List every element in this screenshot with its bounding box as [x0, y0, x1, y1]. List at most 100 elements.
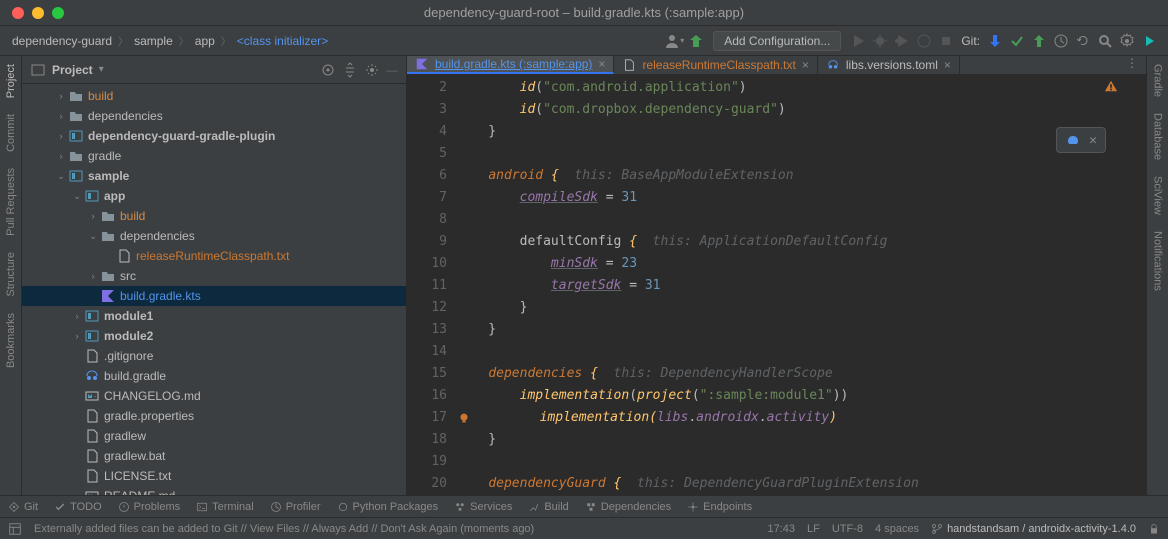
stop-icon[interactable]	[935, 30, 957, 52]
breadcrumb-initializer[interactable]: <class initializer>	[233, 32, 332, 50]
breadcrumb[interactable]: dependency-guard〉 sample〉 app〉 <class in…	[8, 32, 332, 50]
breadcrumb-p2[interactable]: app	[191, 32, 219, 50]
editor-tab-libs-versions-toml[interactable]: libs.versions.toml×	[818, 56, 960, 74]
tree-item-dependency-guard-gradle-plugin[interactable]: ›dependency-guard-gradle-plugin	[22, 126, 406, 146]
search-icon[interactable]	[1094, 30, 1116, 52]
left-tab-bookmarks[interactable]: Bookmarks	[3, 305, 19, 376]
tree-item-license-txt[interactable]: LICENSE.txt	[22, 466, 406, 486]
intention-bulb-icon[interactable]	[457, 411, 471, 425]
user-icon[interactable]: ▾	[663, 30, 685, 52]
titlebar: dependency-guard-root – build.gradle.kts…	[0, 0, 1168, 26]
run-icon[interactable]	[847, 30, 869, 52]
tree-item-releaseruntimeclasspath-txt[interactable]: releaseRuntimeClasspath.txt	[22, 246, 406, 266]
file-encoding[interactable]: UTF-8	[832, 523, 863, 535]
bottom-tab-build[interactable]: Build	[520, 501, 576, 513]
right-tab-notifications[interactable]: Notifications	[1150, 223, 1166, 299]
rollback-icon[interactable]	[1072, 30, 1094, 52]
tree-item-app[interactable]: ⌄app	[22, 186, 406, 206]
close-icon[interactable]: ✕	[1089, 133, 1097, 148]
project-view-dropdown-icon[interactable]: ▾	[99, 64, 104, 75]
close-tab-icon[interactable]: ×	[944, 58, 951, 72]
right-tab-gradle[interactable]: Gradle	[1150, 56, 1166, 105]
editor-area: build.gradle.kts (:sample:app)×releaseRu…	[407, 56, 1146, 495]
tree-item-module2[interactable]: ›module2	[22, 326, 406, 346]
vcs-push-icon[interactable]	[1028, 30, 1050, 52]
code-content[interactable]: ✕ id("com.android.application") id("com.…	[457, 75, 1146, 495]
left-tab-commit[interactable]: Commit	[3, 106, 19, 160]
tree-item-gradle-properties[interactable]: gradle.properties	[22, 406, 406, 426]
tree-item-gradlew-bat[interactable]: gradlew.bat	[22, 446, 406, 466]
tree-item-build[interactable]: ›build	[22, 86, 406, 106]
breadcrumb-root[interactable]: dependency-guard	[8, 32, 116, 50]
cursor-position[interactable]: 17:43	[767, 523, 795, 535]
left-tab-project[interactable]: Project	[3, 56, 19, 106]
project-tree[interactable]: ›build›dependencies›dependency-guard-gra…	[22, 84, 406, 495]
gradle-sync-toolbar[interactable]: ✕	[1056, 127, 1106, 153]
run-config-selector[interactable]: Add Configuration...	[713, 31, 841, 51]
vcs-commit-icon[interactable]	[1006, 30, 1028, 52]
lock-icon[interactable]	[1148, 523, 1160, 535]
tree-item-gradlew[interactable]: gradlew	[22, 426, 406, 446]
right-tab-sciview[interactable]: SciView	[1150, 168, 1166, 223]
ide-run-icon[interactable]	[1138, 30, 1160, 52]
left-tab-pull-requests[interactable]: Pull Requests	[3, 160, 19, 244]
project-view-icon	[30, 62, 46, 78]
line-separator[interactable]: LF	[807, 523, 820, 535]
tree-item-src[interactable]: ›src	[22, 266, 406, 286]
right-tab-database[interactable]: Database	[1150, 105, 1166, 168]
tree-item-sample[interactable]: ⌄sample	[22, 166, 406, 186]
breadcrumb-p1[interactable]: sample	[130, 32, 177, 50]
settings-icon[interactable]	[1116, 30, 1138, 52]
debug-icon[interactable]	[869, 30, 891, 52]
bottom-tab-problems[interactable]: Problems	[110, 501, 188, 513]
bottom-tab-dependencies[interactable]: Dependencies	[577, 501, 679, 513]
select-opened-file-icon[interactable]	[320, 62, 336, 78]
bottom-tab-services[interactable]: Services	[446, 501, 520, 513]
bottom-tab-profiler[interactable]: Profiler	[262, 501, 329, 513]
expand-all-icon[interactable]	[342, 62, 358, 78]
tree-item-build-gradle[interactable]: build.gradle	[22, 366, 406, 386]
tree-item-build[interactable]: ›build	[22, 206, 406, 226]
left-tool-gutter: ProjectCommitPull RequestsStructureBookm…	[0, 56, 22, 495]
right-tool-gutter: GradleDatabaseSciViewNotifications	[1146, 56, 1168, 495]
tree-item-gradle[interactable]: ›gradle	[22, 146, 406, 166]
git-branch-widget[interactable]: handstandsam / androidx-activity-1.4.0	[931, 523, 1136, 535]
tree-item-changelog-md[interactable]: CHANGELOG.md	[22, 386, 406, 406]
indent-setting[interactable]: 4 spaces	[875, 523, 919, 535]
editor-tabs: build.gradle.kts (:sample:app)×releaseRu…	[407, 56, 1146, 75]
bottom-tab-todo[interactable]: TODO	[46, 501, 110, 513]
bottom-tab-endpoints[interactable]: Endpoints	[679, 501, 760, 513]
editor-tab-build-gradle-kts-sample-app-[interactable]: build.gradle.kts (:sample:app)×	[407, 56, 614, 74]
status-message[interactable]: Externally added files can be added to G…	[34, 523, 534, 535]
line-number-gutter[interactable]: 234567891011121314151617181920	[407, 75, 457, 495]
code-editor[interactable]: 234567891011121314151617181920 ✕ id("com…	[407, 75, 1146, 495]
window-title: dependency-guard-root – build.gradle.kts…	[0, 5, 1168, 20]
gear-icon[interactable]	[364, 62, 380, 78]
warning-indicator-icon[interactable]	[1104, 79, 1118, 97]
project-title[interactable]: Project	[52, 63, 93, 77]
bottom-tab-git[interactable]: Git	[0, 501, 46, 513]
left-tab-structure[interactable]: Structure	[3, 244, 19, 305]
tree-item-build-gradle-kts[interactable]: build.gradle.kts	[22, 286, 406, 306]
tree-item-readme-md[interactable]: README.md	[22, 486, 406, 495]
project-tool-window: Project ▾ — ›build›dependencies›dependen…	[22, 56, 407, 495]
build-icon[interactable]	[685, 30, 707, 52]
tree-item--gitignore[interactable]: .gitignore	[22, 346, 406, 366]
close-tab-icon[interactable]: ×	[598, 57, 605, 71]
editor-tab-releaseruntimeclasspath-txt[interactable]: releaseRuntimeClasspath.txt×	[614, 56, 817, 74]
history-icon[interactable]	[1050, 30, 1072, 52]
git-label: Git:	[961, 34, 980, 48]
tree-item-module1[interactable]: ›module1	[22, 306, 406, 326]
tabs-more-icon[interactable]: ⋮	[1118, 56, 1146, 74]
vcs-update-icon[interactable]	[984, 30, 1006, 52]
tree-item-dependencies[interactable]: ⌄dependencies	[22, 226, 406, 246]
profile-icon[interactable]	[913, 30, 935, 52]
status-bar: Externally added files can be added to G…	[0, 517, 1168, 539]
tool-windows-icon[interactable]	[8, 522, 22, 536]
coverage-icon[interactable]	[891, 30, 913, 52]
tree-item-dependencies[interactable]: ›dependencies	[22, 106, 406, 126]
gradle-elephant-icon[interactable]	[1065, 132, 1081, 148]
bottom-tab-terminal[interactable]: Terminal	[188, 501, 262, 513]
bottom-tab-python-packages[interactable]: Python Packages	[329, 501, 447, 513]
close-tab-icon[interactable]: ×	[802, 58, 809, 72]
